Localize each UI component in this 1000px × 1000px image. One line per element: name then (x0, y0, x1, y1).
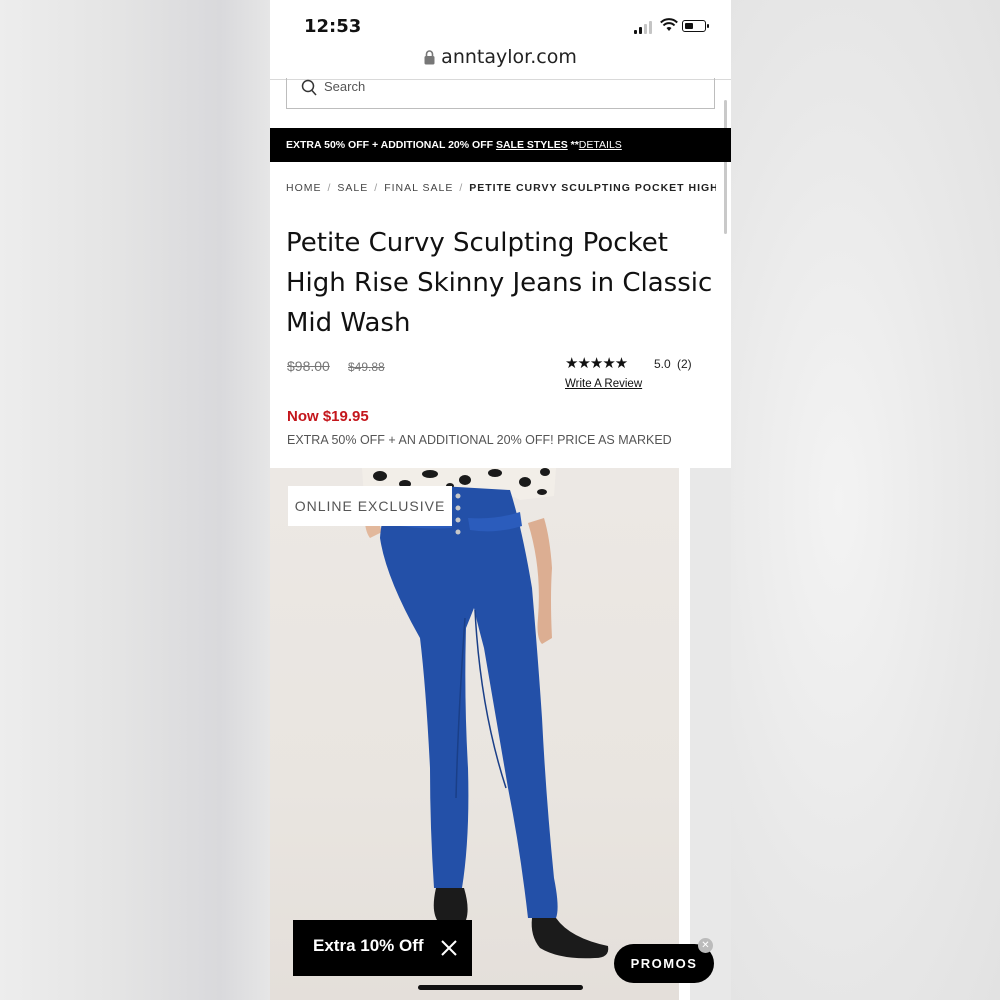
cellular-signal-icon (634, 21, 656, 34)
offer-popup[interactable]: Extra 10% Off (293, 920, 472, 976)
breadcrumb: HOME / SALE / FINAL SALE / PETITE CURVY SCULPT… (286, 182, 716, 194)
product-title: Petite Curvy Sculpting Pocket High Rise … (286, 228, 713, 338)
rating-stars-icon[interactable]: ★★★★★ (565, 354, 628, 372)
promo-banner: EXTRA 50% OFF + ADDITIONAL 20% OFF SALE … (270, 128, 731, 162)
scrollbar[interactable] (724, 100, 727, 234)
promo-separator: ** (567, 139, 579, 151)
status-time: 12:53 (304, 16, 362, 37)
online-exclusive-badge: ONLINE EXCLUSIVE (288, 486, 452, 526)
now-price: Now $19.95 (287, 408, 369, 425)
next-product-image[interactable] (690, 468, 731, 1000)
write-review-link[interactable]: Write A Review (565, 378, 642, 390)
review-count[interactable]: (2) (677, 357, 692, 371)
background-right (731, 0, 1000, 1000)
promos-close-icon[interactable]: ✕ (698, 938, 713, 953)
close-icon[interactable] (439, 938, 459, 958)
breadcrumb-sale[interactable]: SALE (337, 182, 368, 194)
lock-icon (424, 50, 435, 65)
url-text: anntaylor.com (441, 46, 577, 68)
sale-styles-link[interactable]: SALE STYLES (496, 139, 568, 151)
sale-price: $49.88 (348, 360, 385, 374)
promo-text: EXTRA 50% OFF + ADDITIONAL 20% OFF (286, 139, 496, 151)
breadcrumb-final-sale[interactable]: FINAL SALE (384, 182, 453, 194)
search-input[interactable]: Search (286, 78, 715, 109)
search-icon (301, 79, 317, 96)
address-bar[interactable]: anntaylor.com (270, 46, 731, 78)
wifi-icon (660, 18, 678, 31)
details-link[interactable]: DETAILS (579, 139, 622, 151)
battery-icon (682, 20, 709, 32)
breadcrumb-home[interactable]: HOME (286, 182, 322, 194)
promo-note: EXTRA 50% OFF + AN ADDITIONAL 20% OFF! P… (287, 433, 672, 447)
breadcrumb-current: PETITE CURVY SCULPTING POCKET HIGH … (469, 182, 716, 194)
phone-screen: 12:53 anntaylor.com Search EXTRA 50% OFF… (270, 0, 731, 1000)
search-placeholder: Search (324, 79, 366, 94)
home-indicator[interactable] (418, 985, 583, 990)
offer-label: Extra 10% Off (313, 936, 424, 955)
original-price: $98.00 (287, 358, 330, 374)
rating-value: 5.0 (654, 357, 671, 371)
